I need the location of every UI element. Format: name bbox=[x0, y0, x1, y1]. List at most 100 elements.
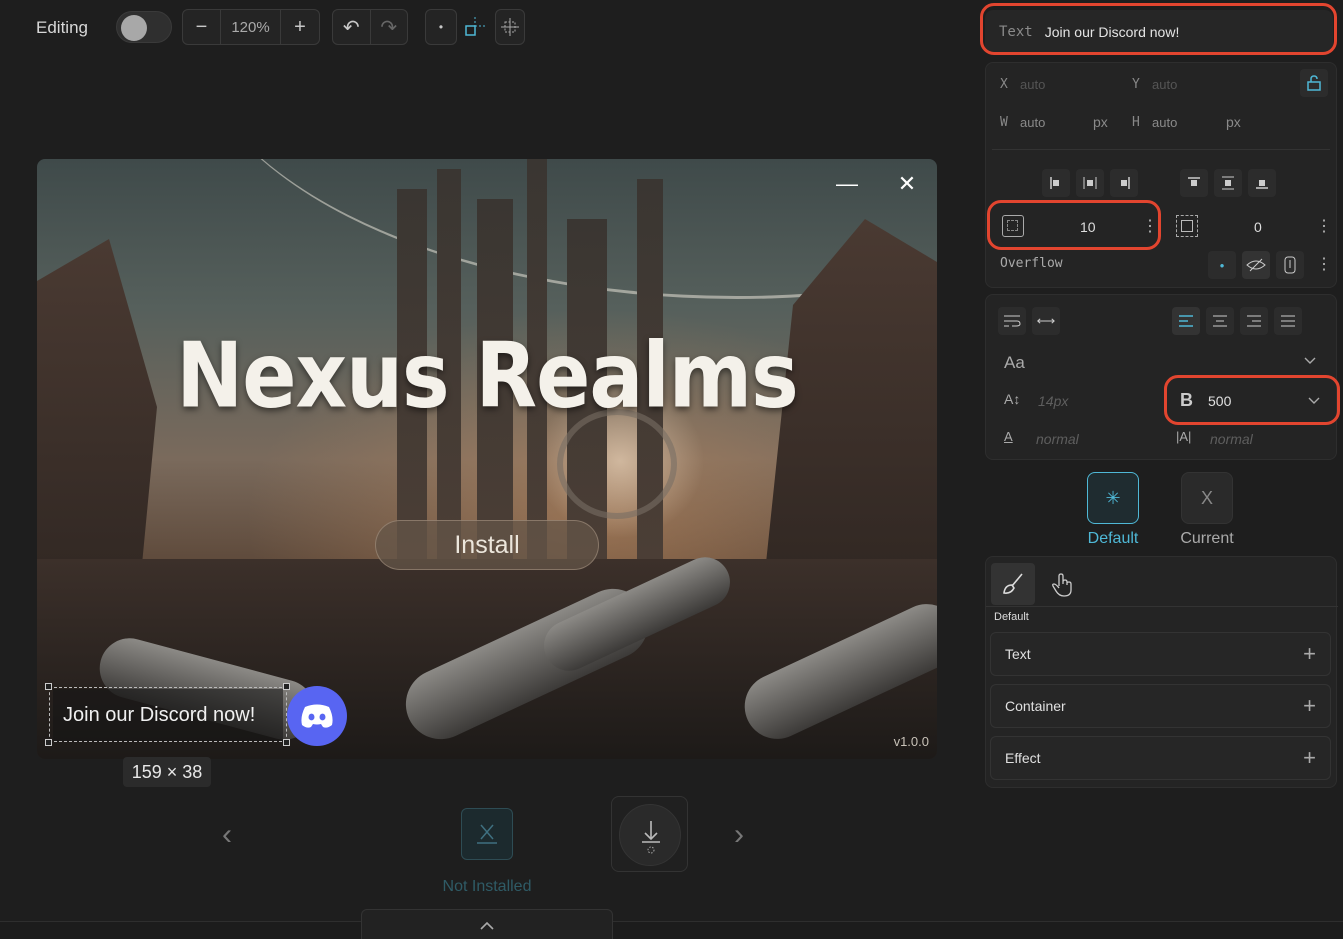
font-family-icon: Aa bbox=[1004, 353, 1025, 372]
point-mode-button[interactable]: • bbox=[425, 9, 457, 45]
chevron-down-icon bbox=[1308, 397, 1320, 404]
redo-button[interactable]: ↷ bbox=[371, 10, 408, 44]
w-input[interactable]: auto bbox=[1020, 115, 1045, 130]
section-container[interactable]: Container + bbox=[990, 684, 1331, 728]
layout-card: X auto Y auto W auto px H auto px 10 ⋮ 0… bbox=[985, 62, 1337, 288]
padding-more-icon[interactable]: ⋮ bbox=[1142, 216, 1158, 236]
font-weight-value: 500 bbox=[1208, 393, 1232, 409]
state-default-button[interactable]: ✳ bbox=[1087, 472, 1139, 524]
editing-label: Editing bbox=[36, 18, 88, 37]
prev-arrow-icon[interactable]: ‹ bbox=[222, 818, 232, 852]
lock-icon[interactable] bbox=[1300, 69, 1328, 97]
text-justify-icon[interactable] bbox=[1274, 307, 1302, 335]
align-bottom-icon[interactable] bbox=[1248, 169, 1276, 197]
zoom-out-button[interactable]: − bbox=[183, 10, 221, 44]
line-height-input[interactable]: normal bbox=[1210, 431, 1253, 447]
x-input[interactable]: auto bbox=[1020, 77, 1045, 92]
font-size-input[interactable]: 14px bbox=[1038, 393, 1068, 409]
w-label: W bbox=[1000, 115, 1008, 130]
plus-icon[interactable]: + bbox=[1303, 641, 1316, 667]
text-align-center-icon[interactable] bbox=[1206, 307, 1234, 335]
align-mode-icon[interactable] bbox=[462, 14, 488, 40]
close-button[interactable]: ✕ bbox=[892, 169, 922, 199]
resize-handle[interactable] bbox=[283, 683, 290, 690]
top-toolbar: Editing − 120% + ↶ ↷ • bbox=[0, 0, 975, 56]
align-center-h-icon[interactable] bbox=[1076, 169, 1104, 197]
chevron-down-icon bbox=[1304, 357, 1316, 364]
undo-button[interactable]: ↶ bbox=[333, 10, 371, 44]
divider bbox=[986, 606, 1338, 607]
padding-input[interactable]: 10 bbox=[1080, 219, 1096, 235]
font-size-icon: A↕ bbox=[1004, 391, 1021, 407]
h-label: H bbox=[1132, 115, 1140, 130]
overflow-more-icon[interactable]: ⋮ bbox=[1316, 254, 1332, 274]
section-text[interactable]: Text + bbox=[990, 632, 1331, 676]
inspector-panel: Text Join our Discord now! X auto Y auto… bbox=[975, 0, 1343, 939]
hand-pointer-icon bbox=[1052, 573, 1072, 597]
chevron-up-icon bbox=[480, 921, 494, 930]
resize-handle[interactable] bbox=[283, 739, 290, 746]
toggle-knob bbox=[121, 15, 147, 41]
text-tag: Text bbox=[999, 24, 1033, 40]
editing-toggle[interactable] bbox=[116, 11, 172, 43]
x-label: X bbox=[1000, 77, 1008, 92]
zoom-level: 120% bbox=[221, 10, 281, 44]
section-effect-label: Effect bbox=[1005, 750, 1041, 766]
game-title: Nexus Realms bbox=[176, 323, 798, 428]
zoom-in-button[interactable]: + bbox=[281, 10, 319, 44]
align-middle-v-icon[interactable] bbox=[1214, 169, 1242, 197]
align-right-icon[interactable] bbox=[1110, 169, 1138, 197]
overflow-label: Overflow bbox=[1000, 256, 1063, 271]
expand-drawer-button[interactable] bbox=[361, 909, 613, 939]
launcher-preview: — ✕ Nexus Realms Install Join our Discor… bbox=[37, 159, 937, 759]
plus-icon[interactable]: + bbox=[1303, 693, 1316, 719]
text-align-right-icon[interactable] bbox=[1240, 307, 1268, 335]
state-current-button[interactable]: X bbox=[1181, 472, 1233, 524]
bold-icon: B bbox=[1180, 390, 1193, 410]
next-arrow-icon[interactable]: › bbox=[734, 818, 744, 852]
download-tile[interactable] bbox=[611, 796, 688, 872]
grid-mode-button[interactable] bbox=[495, 9, 525, 45]
overflow-hidden-icon[interactable] bbox=[1242, 251, 1270, 279]
w-unit[interactable]: px bbox=[1093, 114, 1108, 130]
h-unit[interactable]: px bbox=[1226, 114, 1241, 130]
state-current-label: Current bbox=[1180, 530, 1234, 547]
text-content-field[interactable]: Text Join our Discord now! bbox=[985, 10, 1333, 54]
section-effect[interactable]: Effect + bbox=[990, 736, 1331, 780]
font-weight-select[interactable]: B 500 bbox=[1174, 383, 1332, 419]
y-label: Y bbox=[1132, 77, 1140, 92]
nowrap-icon[interactable]: ⟷ bbox=[1032, 307, 1060, 335]
minimize-button[interactable]: — bbox=[832, 169, 862, 199]
margin-input[interactable]: 0 bbox=[1254, 219, 1262, 235]
not-installed-tile[interactable] bbox=[461, 808, 513, 860]
wrap-icon[interactable] bbox=[998, 307, 1026, 335]
download-icon bbox=[619, 804, 681, 866]
version-label: v1.0.0 bbox=[893, 734, 929, 749]
interaction-tab[interactable] bbox=[1044, 567, 1080, 603]
install-button[interactable]: Install bbox=[375, 520, 599, 570]
font-family-select[interactable] bbox=[1036, 349, 1326, 377]
brush-tab[interactable] bbox=[991, 563, 1035, 605]
y-input[interactable]: auto bbox=[1152, 77, 1177, 92]
align-left-icon[interactable] bbox=[1042, 169, 1070, 197]
h-input[interactable]: auto bbox=[1152, 115, 1177, 130]
overflow-visible-icon[interactable]: • bbox=[1208, 251, 1236, 279]
state-default-label: Default bbox=[1087, 530, 1139, 547]
margin-icon bbox=[1176, 215, 1198, 237]
discord-icon[interactable] bbox=[287, 686, 347, 746]
align-top-icon[interactable] bbox=[1180, 169, 1208, 197]
line-height-icon: |A| bbox=[1176, 429, 1192, 444]
discord-text[interactable]: Join our Discord now! bbox=[53, 689, 283, 741]
margin-more-icon[interactable]: ⋮ bbox=[1316, 216, 1332, 236]
resize-handle[interactable] bbox=[45, 683, 52, 690]
brush-icon bbox=[1003, 573, 1023, 594]
text-align-left-icon[interactable] bbox=[1172, 307, 1200, 335]
section-container-label: Container bbox=[1005, 698, 1066, 714]
overflow-scroll-icon[interactable] bbox=[1276, 251, 1304, 279]
letter-spacing-input[interactable]: normal bbox=[1036, 431, 1079, 447]
plus-icon[interactable]: + bbox=[1303, 745, 1316, 771]
grid-icon bbox=[496, 10, 524, 44]
resize-handle[interactable] bbox=[45, 739, 52, 746]
padding-icon bbox=[1002, 215, 1024, 237]
not-installed-icon bbox=[477, 824, 497, 844]
